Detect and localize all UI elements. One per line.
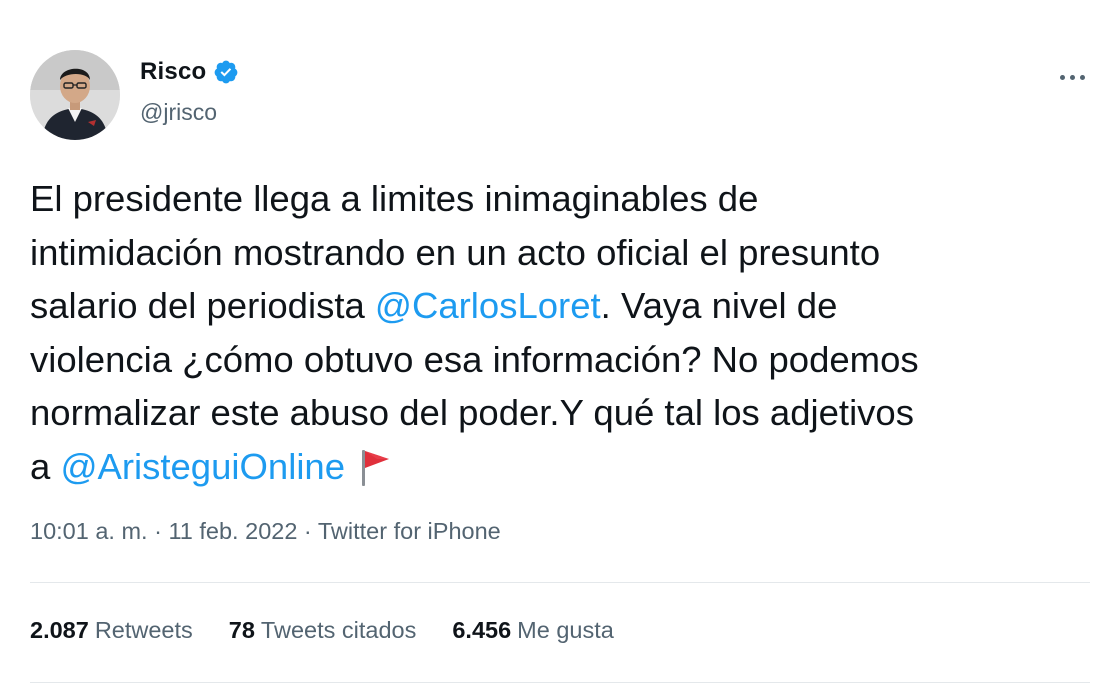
retweets-label: Retweets — [94, 617, 193, 643]
divider — [30, 582, 1090, 583]
more-options-button[interactable] — [1052, 62, 1092, 92]
divider — [30, 682, 1090, 683]
tweet-date[interactable]: 11 feb. 2022 — [168, 518, 297, 544]
author-name-row: Risco — [140, 58, 239, 86]
tweet-meta: 10:01 a. m. · 11 feb. 2022 · Twitter for… — [30, 518, 501, 545]
meta-separator: · — [147, 518, 169, 544]
retweets-count: 2.087 — [30, 617, 89, 643]
retweets-stat[interactable]: 2.087 Retweets — [30, 617, 193, 644]
likes-label: Me gusta — [517, 617, 614, 643]
quotes-label: Tweets citados — [260, 617, 417, 643]
mention-carlosloret-link[interactable]: @CarlosLoret — [375, 285, 601, 326]
mention-aristeguionline-link[interactable]: @AristeguiOnline — [60, 446, 345, 487]
meta-separator: · — [297, 518, 318, 544]
tweet-stats: 2.087 Retweets 78 Tweets citados 6.456 Me g… — [30, 617, 650, 644]
tweet-time[interactable]: 10:01 a. m. — [30, 518, 148, 544]
red-triangular-flag-icon — [359, 447, 391, 487]
more-dot-icon — [1079, 74, 1085, 80]
likes-stat[interactable]: 6.456 Me gusta — [452, 617, 613, 644]
verified-badge-icon — [213, 59, 239, 85]
avatar-image — [30, 50, 120, 140]
tweet-source[interactable]: Twitter for iPhone — [318, 518, 501, 544]
likes-count: 6.456 — [452, 617, 512, 643]
quote-tweets-stat[interactable]: 78 Tweets citados — [229, 617, 417, 644]
avatar[interactable] — [30, 50, 120, 140]
more-dot-icon — [1059, 74, 1065, 80]
author-name[interactable]: Risco — [140, 58, 206, 86]
tweet-text: El presidente llega a limites inimaginab… — [30, 172, 1100, 494]
quotes-count: 78 — [228, 617, 255, 643]
author-handle[interactable]: @jrisco — [140, 99, 217, 126]
tweet-card: Risco @jrisco El presidente llega a limi… — [0, 0, 1120, 696]
more-dot-icon — [1069, 74, 1075, 80]
